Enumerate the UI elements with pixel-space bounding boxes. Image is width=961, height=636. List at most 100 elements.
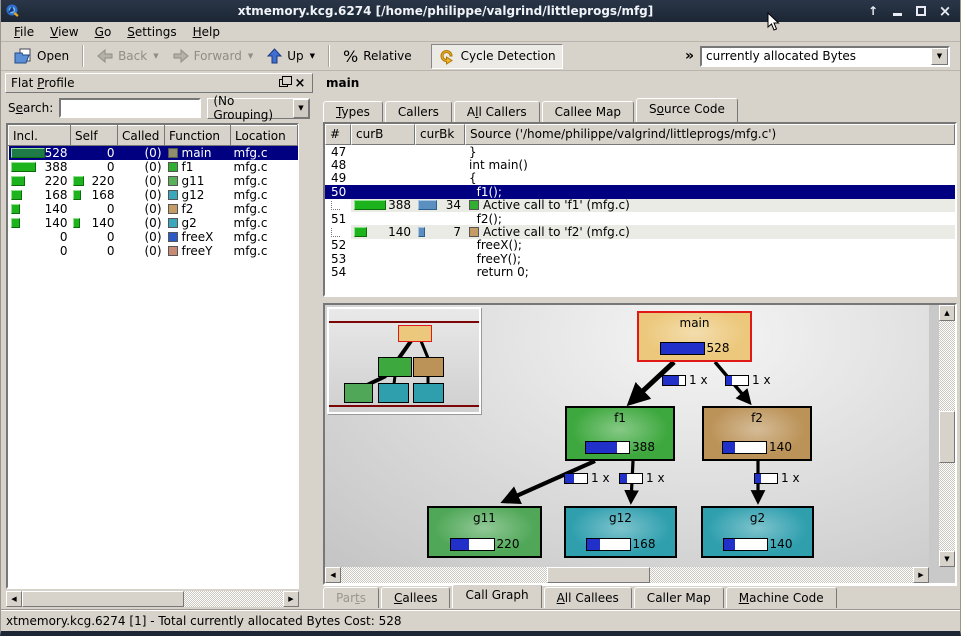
flat-profile-hscrollbar[interactable]: ◀ ▶ [6, 591, 299, 607]
event-type-dropdown-arrow[interactable]: ▼ [931, 48, 948, 65]
scroll-down-arrow[interactable]: ▼ [939, 551, 955, 567]
table-row-freeY[interactable]: 0 0 (0) freeY mfg.c [9, 244, 298, 258]
source-table-header: # curB curBk Source ('/home/philippe/val… [325, 124, 955, 145]
tab-callee-map[interactable]: Callee Map [542, 101, 634, 122]
column-header-self[interactable]: Self [71, 126, 118, 146]
minimap-node-main [398, 325, 432, 342]
table-row-f1[interactable]: 388 0 (0) f1 mfg.c [9, 160, 298, 174]
table-row-g11[interactable]: 220 220 (0) g11 mfg.c [9, 174, 298, 188]
cycle-detection-toggle-button[interactable]: Cycle Detection [431, 44, 563, 69]
call-graph-canvas[interactable]: main 528 f1 388 f2 140 g11 220 g12 168 g… [325, 305, 929, 567]
flat-profile-dock-titlebar[interactable]: Flat Profile × [5, 73, 313, 93]
minimap-node-g11 [344, 383, 373, 403]
scroll-left-arrow[interactable]: ◀ [6, 591, 22, 607]
table-row-freeX[interactable]: 0 0 (0) freeX mfg.c [9, 230, 298, 244]
graph-vscrollbar[interactable]: ▲ ▼ [939, 305, 955, 567]
tab-types[interactable]: Types [323, 101, 383, 122]
source-line[interactable]: 48int main() [325, 158, 955, 171]
search-input[interactable] [59, 98, 201, 118]
tab-all-callers[interactable]: All Callers [454, 101, 540, 122]
column-header-curBk[interactable]: curBk [415, 124, 465, 145]
column-header-function[interactable]: Function [165, 126, 231, 146]
column-header-curB[interactable]: curB [351, 124, 415, 145]
back-button[interactable]: Back▼ [90, 45, 166, 67]
scroll-left-arrow[interactable]: ◀ [325, 567, 341, 583]
column-header-incl[interactable]: Incl. [9, 126, 71, 146]
forward-dropdown-arrow[interactable]: ▼ [248, 52, 253, 60]
vscroll-thumb[interactable] [939, 411, 955, 463]
dock-float-button[interactable] [276, 76, 290, 90]
forward-button[interactable]: Forward▼ [166, 45, 261, 67]
scroll-right-arrow[interactable]: ▶ [283, 591, 299, 607]
table-row-g12[interactable]: 168 168 (0) g12 mfg.c [9, 188, 298, 202]
grouping-select[interactable]: (No Grouping) ▼ [207, 98, 310, 119]
up-dropdown-arrow[interactable]: ▼ [310, 52, 315, 60]
maximize-button[interactable] [914, 4, 928, 18]
graph-node-main[interactable]: main 528 [637, 311, 752, 362]
menu-help[interactable]: Help [186, 23, 227, 41]
event-type-select[interactable]: currently allocated Bytes ▼ [700, 46, 950, 67]
table-row-f2[interactable]: 140 0 (0) f2 mfg.c [9, 202, 298, 216]
source-line[interactable]: 53 freeY(); [325, 252, 955, 265]
menu-settings[interactable]: Settings [120, 23, 183, 41]
column-header-called[interactable]: Called [118, 126, 165, 146]
hscroll-thumb[interactable] [547, 567, 650, 583]
table-row-g2[interactable]: 140 140 (0) g2 mfg.c [9, 216, 298, 230]
toolbar-overflow-chevron[interactable]: » [685, 48, 694, 64]
open-button[interactable]: Open [7, 44, 76, 69]
function-color-swatch [168, 176, 178, 186]
table-row-main[interactable]: 528 0 (0) main mfg.c [9, 146, 298, 161]
relative-toggle-button[interactable]: % Relative [336, 43, 419, 70]
tab-caller-map[interactable]: Caller Map [634, 587, 724, 608]
call-graph-panel: main 528 f1 388 f2 140 g11 220 g12 168 g… [323, 303, 957, 585]
up-button[interactable]: Up▼ [260, 44, 322, 68]
tab-callees[interactable]: Callees [381, 587, 450, 608]
menu-go[interactable]: Go [88, 23, 119, 41]
source-line-selected[interactable]: 50 f1(); [325, 185, 955, 198]
tab-call-graph[interactable]: Call Graph [452, 584, 541, 608]
app-icon [5, 3, 21, 19]
grouping-dropdown-arrow[interactable]: ▼ [293, 99, 309, 118]
function-color-swatch [168, 232, 178, 242]
scroll-right-arrow[interactable]: ▶ [913, 567, 929, 583]
back-dropdown-arrow[interactable]: ▼ [153, 52, 158, 60]
graph-hscrollbar[interactable]: ◀ ▶ [325, 567, 929, 583]
graph-node-f2[interactable]: f2 140 [702, 406, 812, 461]
source-line[interactable]: 52 freeX(); [325, 239, 955, 252]
column-header-source[interactable]: Source ('/home/philippe/valgrind/littlep… [465, 124, 955, 145]
function-color-swatch [469, 227, 479, 237]
column-header-location[interactable]: Location [231, 126, 298, 146]
status-text: xtmemory.kcg.6274 [1] - Total currently … [6, 614, 401, 628]
active-call-row-f1[interactable]: 388 34 Active call to 'f1' (mfg.c) [325, 199, 955, 212]
edge-label-main-f2: 1 x [725, 373, 771, 387]
tab-callers[interactable]: Callers [385, 101, 452, 122]
titlebar: xtmemory.kcg.6274 [/home/philippe/valgri… [1, 0, 960, 22]
cost-bar [450, 538, 495, 551]
graph-node-f1[interactable]: f1 388 [565, 406, 675, 461]
shade-button[interactable]: ↑ [866, 4, 880, 18]
graph-node-g2[interactable]: g2 140 [701, 506, 814, 558]
flat-profile-table: Incl. Self Called Function Location 528 … [8, 125, 298, 258]
scroll-up-arrow[interactable]: ▲ [939, 305, 955, 321]
graph-node-g12[interactable]: g12 168 [564, 506, 677, 558]
menu-view[interactable]: View [43, 23, 86, 41]
function-panel-tabs: Types Callers All Callers Callee Map Sou… [323, 99, 957, 122]
source-line[interactable]: 51 f2(); [325, 212, 955, 225]
menu-file[interactable]: File [7, 23, 41, 41]
tab-all-callees[interactable]: All Callees [544, 587, 632, 608]
source-line[interactable]: 47} [325, 145, 955, 158]
tab-source-code[interactable]: Source Code [636, 98, 738, 122]
cost-bar [723, 538, 768, 551]
column-header-line[interactable]: # [325, 124, 351, 145]
tab-machine-code[interactable]: Machine Code [726, 587, 837, 608]
function-color-swatch [168, 148, 178, 158]
minimize-button[interactable] [890, 4, 904, 18]
active-call-row-f2[interactable]: 140 7 Active call to 'f2' (mfg.c) [325, 225, 955, 238]
source-line[interactable]: 54 return 0; [325, 266, 955, 279]
source-line[interactable]: 49{ [325, 172, 955, 185]
app-window: xtmemory.kcg.6274 [/home/philippe/valgri… [0, 0, 961, 636]
dock-close-button[interactable]: × [293, 76, 307, 90]
graph-node-g11[interactable]: g11 220 [427, 506, 542, 558]
close-button[interactable]: × [938, 4, 952, 18]
graph-overview-minimap[interactable] [327, 307, 481, 414]
